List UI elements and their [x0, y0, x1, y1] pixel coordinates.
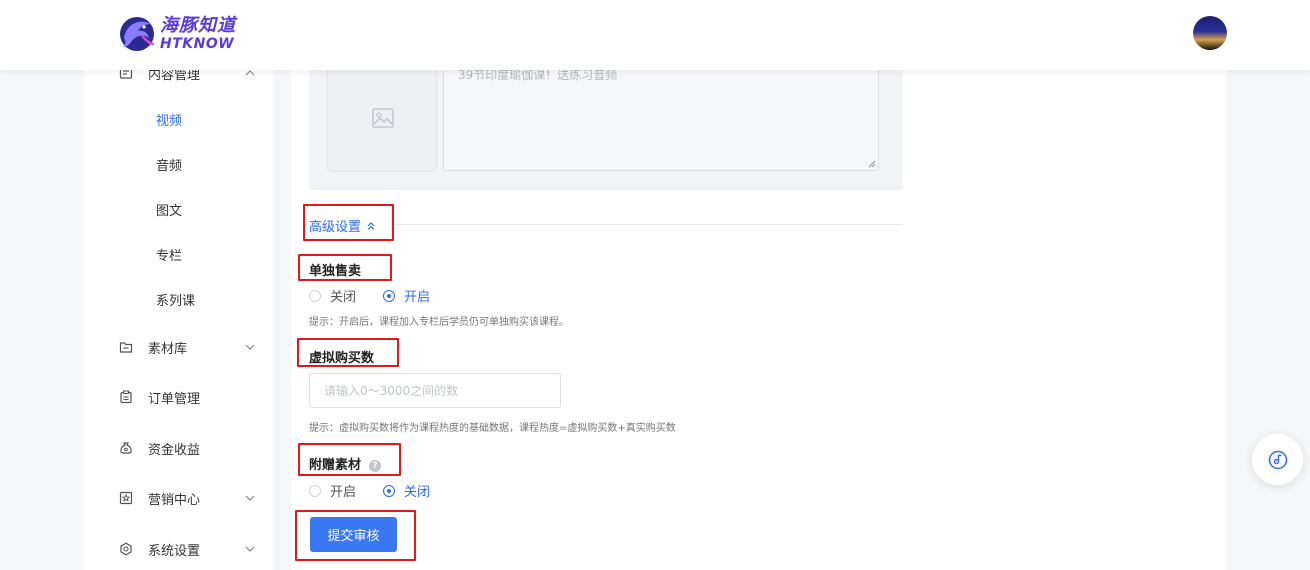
- sidebar-group-label: 营销中心: [148, 492, 201, 508]
- star-badge-icon: [119, 491, 133, 505]
- sidebar-group-materials[interactable]: 素材库: [84, 332, 273, 362]
- sidebar-group-label: 资金收益: [148, 442, 201, 458]
- sidebar-group-label: 订单管理: [148, 391, 201, 407]
- bonus-materials-options: 开启 关闭: [309, 481, 430, 500]
- sidebar-group-label: 素材库: [148, 341, 188, 357]
- cover-image-upload[interactable]: [327, 70, 437, 172]
- bonus-materials-label: 附赠素材: [309, 458, 362, 473]
- double-chevron-up-icon: [367, 221, 375, 230]
- brand-logo[interactable]: 海豚知道 HTKNOW: [118, 14, 236, 54]
- sidebar-item-column[interactable]: 专栏: [156, 245, 182, 264]
- floating-helper-button[interactable]: [1252, 434, 1303, 485]
- virtual-purchases-title: 虚拟购买数: [309, 351, 375, 366]
- submit-review-button[interactable]: 提交审核: [310, 517, 397, 552]
- course-description-textarea[interactable]: 39节印度瑜伽课！送练习音频: [443, 68, 879, 171]
- sidebar-group-settings[interactable]: 系统设置: [84, 534, 273, 564]
- chevron-down-icon: [245, 495, 255, 501]
- sell-separately-options: 关闭 开启: [309, 286, 430, 305]
- sidebar: 内容管理 视频 音频 图文 专栏 系列课 素材库 订单管理 资金收益 营销中心 …: [84, 70, 273, 570]
- radio-label-off[interactable]: 关闭: [404, 481, 430, 500]
- course-info-block: 39节印度瑜伽课！送练习音频: [309, 68, 903, 190]
- sidebar-item-series[interactable]: 系列课: [156, 290, 195, 309]
- image-placeholder-icon: [372, 108, 394, 128]
- dolphin-logo-icon: [120, 17, 155, 51]
- chevron-down-icon: [245, 344, 255, 350]
- sell-separately-hint: 提示：开启后，课程加入专栏后学员仍可单独购买该课程。: [309, 317, 569, 328]
- clipboard-icon: [120, 390, 132, 404]
- main-content: 39节印度瑜伽课！送练习音频 高级设置 单独售卖 关闭 开启 提示：开启后，课程…: [291, 68, 1227, 570]
- sidebar-group-label: 系统设置: [148, 543, 201, 559]
- sell-separately-on-radio[interactable]: [383, 289, 396, 302]
- link-icon: [1268, 450, 1288, 470]
- sidebar-item-video[interactable]: 视频: [156, 110, 182, 129]
- virtual-purchases-hint: 提示：虚拟购买数将作为课程热度的基础数据，课程热度=虚拟购买数+真实购买数: [309, 423, 676, 434]
- sidebar-group-marketing[interactable]: 营销中心: [84, 483, 273, 513]
- advanced-settings-divider: [393, 224, 903, 225]
- sell-separately-title: 单独售卖: [309, 264, 362, 279]
- bonus-materials-on-radio[interactable]: [309, 484, 321, 497]
- sidebar-group-label: 内容管理: [148, 70, 201, 83]
- chevron-up-icon: [245, 70, 255, 76]
- bonus-materials-title: 附赠素材?: [309, 454, 382, 473]
- radio-label-on[interactable]: 开启: [330, 481, 356, 500]
- sidebar-item-audio[interactable]: 音频: [156, 155, 182, 174]
- radio-label-off[interactable]: 关闭: [330, 286, 356, 305]
- resize-handle-icon[interactable]: [868, 160, 876, 168]
- settings-icon: [120, 542, 132, 556]
- chevron-down-icon: [245, 546, 255, 552]
- brand-name-cn: 海豚知道: [160, 15, 236, 36]
- folder-icon: [119, 342, 133, 353]
- money-bag-icon: [120, 442, 132, 454]
- sidebar-item-article[interactable]: 图文: [156, 200, 182, 219]
- help-icon[interactable]: ?: [369, 459, 382, 472]
- sidebar-group-revenue[interactable]: 资金收益: [84, 433, 273, 463]
- radio-label-on[interactable]: 开启: [404, 286, 430, 305]
- brand-name-en: HTKNOW: [160, 36, 235, 52]
- sidebar-group-orders[interactable]: 订单管理: [84, 382, 273, 412]
- advanced-settings-toggle[interactable]: 高级设置: [309, 216, 376, 235]
- content-icon: [119, 70, 133, 79]
- advanced-settings-label: 高级设置: [309, 220, 362, 235]
- sidebar-group-content[interactable]: 内容管理: [84, 70, 273, 88]
- virtual-purchases-input[interactable]: [309, 373, 561, 408]
- sell-separately-off-radio[interactable]: [309, 289, 321, 302]
- top-header: 海豚知道 HTKNOW: [0, 0, 1310, 70]
- bonus-materials-off-radio[interactable]: [383, 484, 396, 497]
- user-avatar[interactable]: [1193, 16, 1227, 50]
